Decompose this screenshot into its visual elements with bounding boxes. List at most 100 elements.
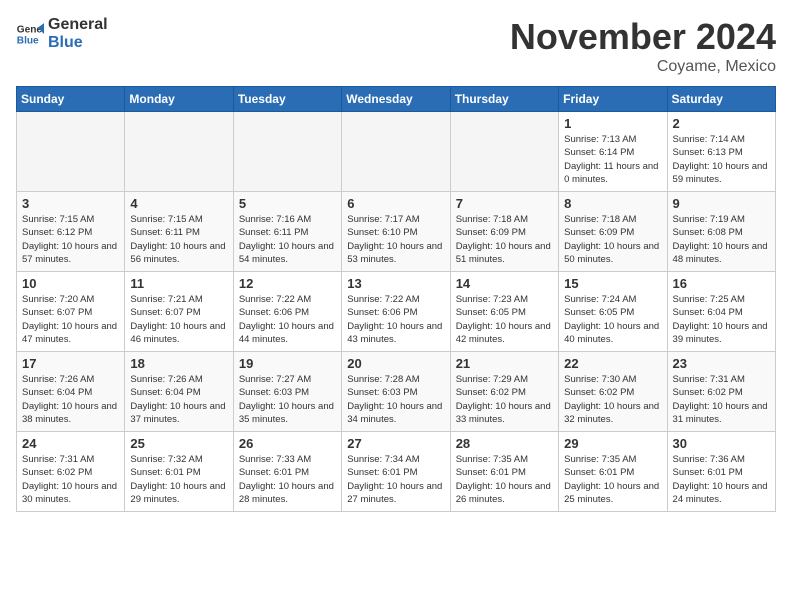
calendar-cell: 14 Sunrise: 7:23 AMSunset: 6:05 PMDaylig… xyxy=(450,272,558,352)
day-number: 3 xyxy=(22,196,119,211)
day-info: Sunrise: 7:28 AMSunset: 6:03 PMDaylight:… xyxy=(347,373,444,426)
day-info: Sunrise: 7:35 AMSunset: 6:01 PMDaylight:… xyxy=(456,453,553,506)
calendar-cell: 5 Sunrise: 7:16 AMSunset: 6:11 PMDayligh… xyxy=(233,192,341,272)
calendar-header-row: SundayMondayTuesdayWednesdayThursdayFrid… xyxy=(17,87,776,112)
calendar-cell: 8 Sunrise: 7:18 AMSunset: 6:09 PMDayligh… xyxy=(559,192,667,272)
calendar-cell: 4 Sunrise: 7:15 AMSunset: 6:11 PMDayligh… xyxy=(125,192,233,272)
day-info: Sunrise: 7:22 AMSunset: 6:06 PMDaylight:… xyxy=(239,293,336,346)
day-number: 6 xyxy=(347,196,444,211)
logo-line2: Blue xyxy=(48,34,108,52)
calendar-cell: 15 Sunrise: 7:24 AMSunset: 6:05 PMDaylig… xyxy=(559,272,667,352)
calendar-cell: 10 Sunrise: 7:20 AMSunset: 6:07 PMDaylig… xyxy=(17,272,125,352)
day-number: 17 xyxy=(22,356,119,371)
weekday-header: Wednesday xyxy=(342,87,450,112)
location: Coyame, Mexico xyxy=(510,58,776,76)
day-number: 14 xyxy=(456,276,553,291)
calendar-cell: 11 Sunrise: 7:21 AMSunset: 6:07 PMDaylig… xyxy=(125,272,233,352)
day-info: Sunrise: 7:31 AMSunset: 6:02 PMDaylight:… xyxy=(22,453,119,506)
day-number: 16 xyxy=(673,276,770,291)
day-number: 20 xyxy=(347,356,444,371)
calendar-cell: 2 Sunrise: 7:14 AMSunset: 6:13 PMDayligh… xyxy=(667,112,775,192)
day-info: Sunrise: 7:26 AMSunset: 6:04 PMDaylight:… xyxy=(22,373,119,426)
day-info: Sunrise: 7:30 AMSunset: 6:02 PMDaylight:… xyxy=(564,373,661,426)
day-number: 23 xyxy=(673,356,770,371)
day-info: Sunrise: 7:23 AMSunset: 6:05 PMDaylight:… xyxy=(456,293,553,346)
calendar-cell: 7 Sunrise: 7:18 AMSunset: 6:09 PMDayligh… xyxy=(450,192,558,272)
calendar-cell: 24 Sunrise: 7:31 AMSunset: 6:02 PMDaylig… xyxy=(17,432,125,512)
calendar-cell: 26 Sunrise: 7:33 AMSunset: 6:01 PMDaylig… xyxy=(233,432,341,512)
day-number: 26 xyxy=(239,436,336,451)
calendar-week-row: 10 Sunrise: 7:20 AMSunset: 6:07 PMDaylig… xyxy=(17,272,776,352)
calendar-cell: 17 Sunrise: 7:26 AMSunset: 6:04 PMDaylig… xyxy=(17,352,125,432)
calendar-cell: 22 Sunrise: 7:30 AMSunset: 6:02 PMDaylig… xyxy=(559,352,667,432)
day-info: Sunrise: 7:14 AMSunset: 6:13 PMDaylight:… xyxy=(673,133,770,186)
calendar-cell: 28 Sunrise: 7:35 AMSunset: 6:01 PMDaylig… xyxy=(450,432,558,512)
calendar-cell: 12 Sunrise: 7:22 AMSunset: 6:06 PMDaylig… xyxy=(233,272,341,352)
day-info: Sunrise: 7:34 AMSunset: 6:01 PMDaylight:… xyxy=(347,453,444,506)
day-info: Sunrise: 7:31 AMSunset: 6:02 PMDaylight:… xyxy=(673,373,770,426)
calendar-cell: 18 Sunrise: 7:26 AMSunset: 6:04 PMDaylig… xyxy=(125,352,233,432)
weekday-header: Monday xyxy=(125,87,233,112)
calendar-cell xyxy=(233,112,341,192)
calendar-cell xyxy=(125,112,233,192)
day-info: Sunrise: 7:18 AMSunset: 6:09 PMDaylight:… xyxy=(456,213,553,266)
calendar-body: 1 Sunrise: 7:13 AMSunset: 6:14 PMDayligh… xyxy=(17,112,776,512)
calendar-cell: 1 Sunrise: 7:13 AMSunset: 6:14 PMDayligh… xyxy=(559,112,667,192)
calendar-week-row: 3 Sunrise: 7:15 AMSunset: 6:12 PMDayligh… xyxy=(17,192,776,272)
day-number: 19 xyxy=(239,356,336,371)
calendar-cell xyxy=(342,112,450,192)
day-info: Sunrise: 7:19 AMSunset: 6:08 PMDaylight:… xyxy=(673,213,770,266)
day-number: 18 xyxy=(130,356,227,371)
day-number: 10 xyxy=(22,276,119,291)
day-info: Sunrise: 7:29 AMSunset: 6:02 PMDaylight:… xyxy=(456,373,553,426)
weekday-header: Saturday xyxy=(667,87,775,112)
logo-icon: General Blue xyxy=(16,20,44,48)
day-info: Sunrise: 7:35 AMSunset: 6:01 PMDaylight:… xyxy=(564,453,661,506)
weekday-header: Tuesday xyxy=(233,87,341,112)
day-number: 22 xyxy=(564,356,661,371)
day-number: 2 xyxy=(673,116,770,131)
day-number: 27 xyxy=(347,436,444,451)
day-info: Sunrise: 7:32 AMSunset: 6:01 PMDaylight:… xyxy=(130,453,227,506)
day-number: 1 xyxy=(564,116,661,131)
weekday-header: Sunday xyxy=(17,87,125,112)
calendar-week-row: 1 Sunrise: 7:13 AMSunset: 6:14 PMDayligh… xyxy=(17,112,776,192)
calendar-cell: 23 Sunrise: 7:31 AMSunset: 6:02 PMDaylig… xyxy=(667,352,775,432)
day-number: 13 xyxy=(347,276,444,291)
calendar-cell: 19 Sunrise: 7:27 AMSunset: 6:03 PMDaylig… xyxy=(233,352,341,432)
day-info: Sunrise: 7:17 AMSunset: 6:10 PMDaylight:… xyxy=(347,213,444,266)
day-info: Sunrise: 7:15 AMSunset: 6:12 PMDaylight:… xyxy=(22,213,119,266)
calendar-week-row: 17 Sunrise: 7:26 AMSunset: 6:04 PMDaylig… xyxy=(17,352,776,432)
day-number: 12 xyxy=(239,276,336,291)
day-number: 4 xyxy=(130,196,227,211)
logo-line1: General xyxy=(48,16,108,34)
day-info: Sunrise: 7:33 AMSunset: 6:01 PMDaylight:… xyxy=(239,453,336,506)
calendar-cell: 29 Sunrise: 7:35 AMSunset: 6:01 PMDaylig… xyxy=(559,432,667,512)
day-info: Sunrise: 7:24 AMSunset: 6:05 PMDaylight:… xyxy=(564,293,661,346)
calendar-cell xyxy=(450,112,558,192)
calendar-cell: 25 Sunrise: 7:32 AMSunset: 6:01 PMDaylig… xyxy=(125,432,233,512)
day-number: 29 xyxy=(564,436,661,451)
day-info: Sunrise: 7:26 AMSunset: 6:04 PMDaylight:… xyxy=(130,373,227,426)
page-header: General Blue General Blue November 2024 … xyxy=(16,16,776,76)
day-number: 24 xyxy=(22,436,119,451)
day-info: Sunrise: 7:13 AMSunset: 6:14 PMDaylight:… xyxy=(564,133,661,186)
day-info: Sunrise: 7:36 AMSunset: 6:01 PMDaylight:… xyxy=(673,453,770,506)
day-number: 21 xyxy=(456,356,553,371)
calendar-week-row: 24 Sunrise: 7:31 AMSunset: 6:02 PMDaylig… xyxy=(17,432,776,512)
calendar-cell: 20 Sunrise: 7:28 AMSunset: 6:03 PMDaylig… xyxy=(342,352,450,432)
calendar-cell: 3 Sunrise: 7:15 AMSunset: 6:12 PMDayligh… xyxy=(17,192,125,272)
day-number: 11 xyxy=(130,276,227,291)
day-number: 30 xyxy=(673,436,770,451)
svg-text:General: General xyxy=(17,24,44,35)
svg-text:Blue: Blue xyxy=(17,35,39,46)
day-info: Sunrise: 7:18 AMSunset: 6:09 PMDaylight:… xyxy=(564,213,661,266)
day-number: 15 xyxy=(564,276,661,291)
day-number: 5 xyxy=(239,196,336,211)
day-info: Sunrise: 7:16 AMSunset: 6:11 PMDaylight:… xyxy=(239,213,336,266)
day-number: 7 xyxy=(456,196,553,211)
day-info: Sunrise: 7:27 AMSunset: 6:03 PMDaylight:… xyxy=(239,373,336,426)
weekday-header: Friday xyxy=(559,87,667,112)
logo: General Blue General Blue xyxy=(16,16,108,51)
calendar-table: SundayMondayTuesdayWednesdayThursdayFrid… xyxy=(16,86,776,512)
